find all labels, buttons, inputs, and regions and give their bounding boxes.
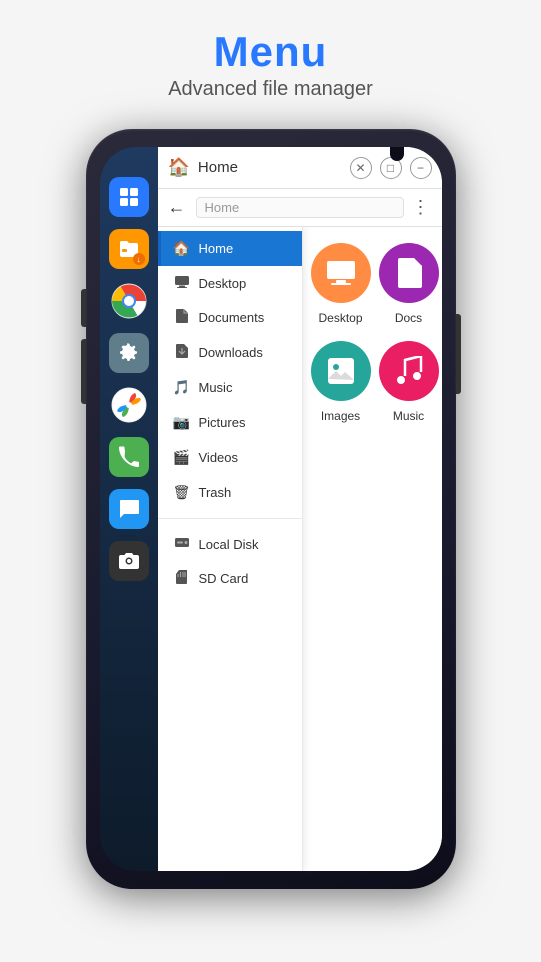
sidebar-item-downloads[interactable]: Downloads [158,335,302,370]
phone-button-vol-up [81,289,86,327]
minimize-button[interactable]: − [410,157,432,179]
sidebar-music-label: Music [199,380,233,395]
more-button[interactable]: ⋮ [412,197,432,218]
images-icon [311,341,371,401]
sidebar: 🏠 Home Desktop [158,227,303,871]
images-label: Images [321,409,360,423]
title-bar-title: Home [198,159,350,176]
sidebar-item-sd-card[interactable]: SD Card [158,561,302,596]
sidebar-desktop-label: Desktop [199,276,247,291]
sidebar-videos-label: Videos [199,450,239,465]
file-grid: Desktop Docs [303,227,442,871]
sidebar-trash-label: Trash [199,485,232,500]
page-subtitle: Advanced file manager [0,78,541,101]
phone-button-power [456,314,461,394]
music-sidebar-icon: 🎵 [173,379,191,396]
dock-icon-camera[interactable] [109,541,149,581]
window-controls: ✕ □ − [350,157,432,179]
top-section: Menu Advanced file manager [0,0,541,119]
sidebar-storage-section: Local Disk [158,523,302,600]
desktop-sidebar-icon [173,275,191,291]
file-item-images[interactable]: Images [311,341,371,423]
sidebar-downloads-label: Downloads [199,345,263,360]
camera-notch [390,147,404,161]
sidebar-divider [158,518,302,519]
phone-button-vol-down [81,339,86,404]
sidebar-main-section: 🏠 Home Desktop [158,227,302,514]
desktop-label: Desktop [318,311,362,325]
pictures-sidebar-icon: 📷 [173,414,191,431]
sd-card-icon [173,570,191,587]
close-button[interactable]: ✕ [350,157,372,179]
videos-sidebar-icon: 🎬 [173,449,191,466]
sidebar-item-local-disk[interactable]: Local Disk [158,527,302,561]
sidebar-local-disk-label: Local Disk [199,537,259,552]
music-icon [379,341,439,401]
file-item-docs[interactable]: Docs [379,243,439,325]
sidebar-home-label: Home [199,241,234,256]
sidebar-item-videos[interactable]: 🎬 Videos [158,440,302,475]
sidebar-item-home[interactable]: 🏠 Home [158,231,302,266]
home-sidebar-icon: 🏠 [173,240,191,257]
documents-sidebar-icon [173,309,191,326]
dock-icon-messages[interactable] [109,489,149,529]
phone-mockup: ↓ [86,129,456,889]
downloads-sidebar-icon [173,344,191,361]
desktop-icon [311,243,371,303]
file-item-desktop[interactable]: Desktop [311,243,371,325]
dock-icon-apps[interactable] [109,177,149,217]
dock-icon-phone-call[interactable] [109,437,149,477]
sidebar-item-trash[interactable]: 🗑 Trash [158,475,302,510]
content-area: 🏠 Home Desktop [158,227,442,871]
sidebar-documents-label: Documents [199,310,265,325]
sidebar-item-documents[interactable]: Documents [158,300,302,335]
home-icon: 🏠 [168,157,190,178]
address-bar[interactable]: Home [196,197,404,218]
back-button[interactable]: ← [168,197,186,218]
dock-icon-settings[interactable] [109,333,149,373]
sidebar-item-pictures[interactable]: 📷 Pictures [158,405,302,440]
left-dock: ↓ [100,147,158,871]
phone-screen: ↓ [100,147,442,871]
local-disk-icon [173,536,191,552]
sidebar-item-desktop[interactable]: Desktop [158,266,302,300]
dock-icon-pinwheel[interactable] [109,385,149,425]
nav-bar: ← Home ⋮ [158,189,442,227]
dock-icon-chrome[interactable] [109,281,149,321]
page-title: Menu [0,28,541,76]
file-item-music[interactable]: Music [379,341,439,423]
trash-sidebar-icon: 🗑 [173,484,191,501]
sidebar-pictures-label: Pictures [199,415,246,430]
dock-icon-files[interactable]: ↓ [109,229,149,269]
music-label: Music [393,409,424,423]
sidebar-item-music[interactable]: 🎵 Music [158,370,302,405]
app-area: 🏠 Home ✕ □ − ← Home ⋮ [158,147,442,871]
sidebar-sd-card-label: SD Card [199,571,249,586]
docs-label: Docs [395,311,422,325]
docs-icon [379,243,439,303]
